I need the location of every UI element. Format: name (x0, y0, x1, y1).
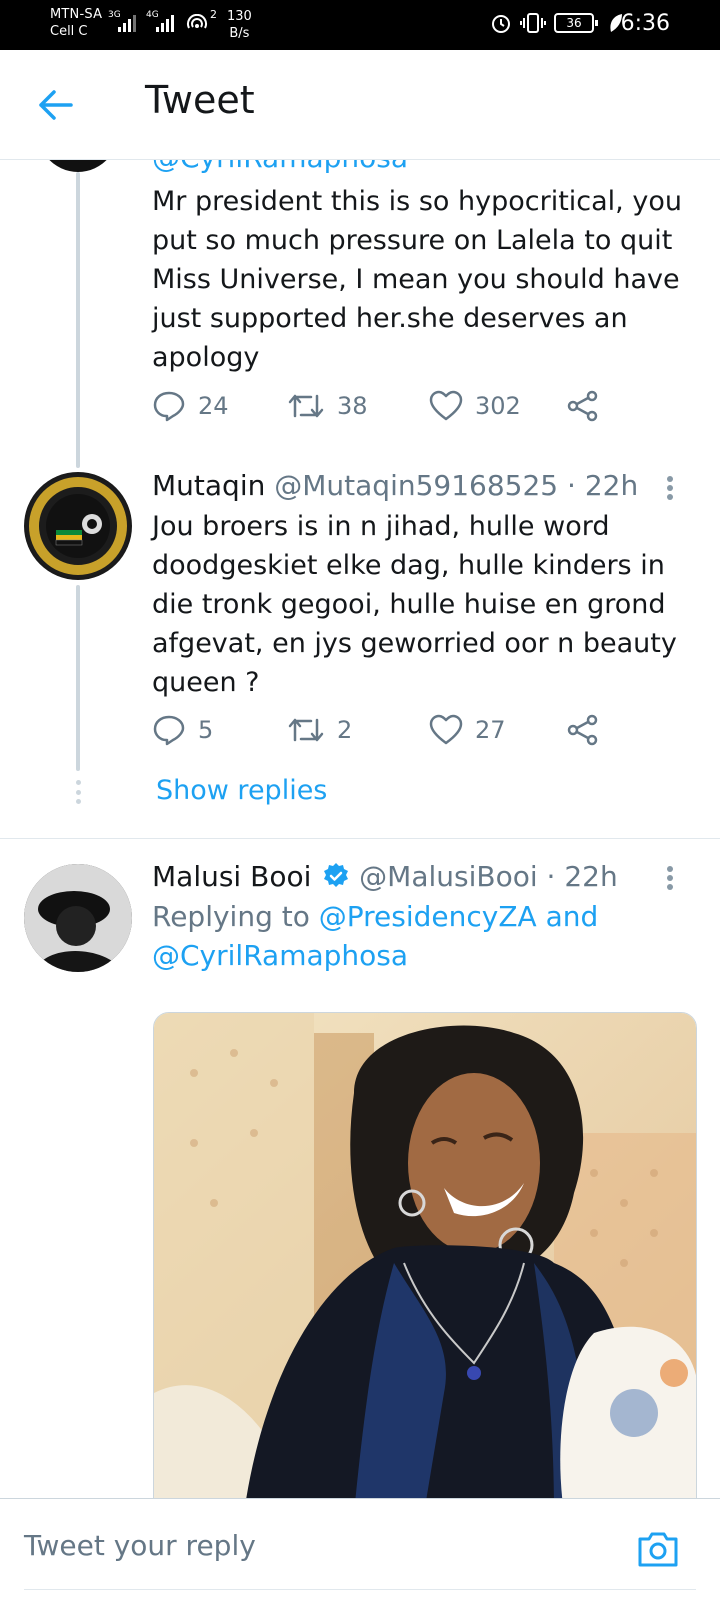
reply-button[interactable]: 24 (152, 390, 229, 422)
photo-woman-laughing-icon (154, 1013, 696, 1498)
divider (0, 838, 720, 839)
display-name[interactable]: Malusi Booi (152, 860, 311, 893)
reply-underline (24, 1589, 696, 1590)
share-icon (567, 714, 598, 746)
user-handle[interactable]: @MalusiBooi (359, 860, 537, 893)
thread-line (76, 172, 80, 468)
more-options-button[interactable] (660, 860, 680, 896)
reply-icon (153, 391, 185, 422)
reply-count: 24 (198, 392, 229, 420)
avatar[interactable] (34, 160, 122, 172)
camera-button[interactable] (636, 1527, 680, 1571)
alarm-icon (492, 15, 510, 33)
reply-button[interactable]: 5 (152, 714, 213, 746)
page-title: Tweet (145, 78, 255, 122)
like-button[interactable]: 27 (429, 714, 506, 746)
status-bar: MTN-SA Cell C 3G 4G 2 130 B/s 36 6:36 (0, 0, 720, 50)
user-handle[interactable]: @Mutaqin59168525 (274, 469, 558, 502)
speed-unit: B/s (229, 26, 250, 41)
retweet-button[interactable]: 38 (287, 390, 368, 422)
replying-to: Replying to @PresidencyZA and (152, 899, 598, 935)
verified-badge-icon (324, 863, 349, 887)
carrier-sub: Cell C (50, 24, 88, 39)
tweet-meta: Malusi Booi @MalusiBooi · 22h (152, 859, 618, 895)
avatar-logo-icon (26, 474, 130, 578)
carrier-name: MTN-SA (50, 7, 103, 22)
heart-icon (429, 714, 463, 745)
back-button[interactable] (30, 80, 80, 130)
more-options-button[interactable] (660, 470, 680, 506)
app-header: Tweet (0, 50, 720, 160)
retweet-button[interactable]: 2 (287, 714, 352, 746)
replying-and[interactable]: and (546, 900, 599, 933)
tweet-actions: 24 38 302 (152, 390, 632, 430)
share-icon (567, 390, 598, 422)
tweet-meta: Mutaqin @Mutaqin59168525 · 22h (152, 468, 638, 504)
camera-icon (638, 1532, 678, 1567)
tweet-text: Jou broers is in n jihad, hulle word doo… (152, 511, 677, 698)
thread-line (76, 585, 80, 771)
vibrate-icon (520, 13, 546, 33)
heart-icon (429, 390, 463, 421)
like-count: 302 (475, 392, 521, 420)
avatar[interactable] (24, 472, 132, 580)
arrow-left-icon (39, 90, 73, 120)
speed-value: 130 (227, 9, 252, 24)
battery-level: 36 (566, 16, 582, 30)
tweet-time: · 22h (567, 469, 639, 502)
partial-reply-handle[interactable]: @CyrilRamaphosa (152, 160, 408, 176)
tweet-thread[interactable]: @CyrilRamaphosa Mr president this is so … (0, 160, 720, 1498)
replying-to-handle-2[interactable]: @CyrilRamaphosa (152, 938, 408, 974)
like-count: 27 (475, 716, 506, 744)
reply-input[interactable]: Tweet your reply (24, 1529, 256, 1562)
battery-icon: 36 (554, 13, 598, 33)
network-speed: 130 B/s (227, 8, 252, 42)
share-button[interactable] (567, 714, 599, 746)
status-icons: 36 (490, 12, 624, 34)
replying-prefix: Replying to (152, 900, 310, 933)
avatar[interactable] (24, 864, 132, 972)
display-name[interactable]: Mutaqin (152, 469, 265, 502)
tweet-actions: 5 2 27 (152, 714, 632, 754)
signal-bars-2-icon (156, 14, 174, 32)
signal-bars-1-icon (118, 14, 136, 32)
carrier-info: MTN-SA Cell C (50, 6, 102, 40)
share-button[interactable] (567, 390, 599, 422)
reply-composer[interactable]: Tweet your reply (0, 1498, 720, 1600)
thread-gap-dots (75, 780, 81, 804)
tweet-image[interactable] (153, 1012, 697, 1498)
show-replies-link[interactable]: Show replies (156, 775, 327, 806)
hotspot-icon (187, 14, 207, 29)
retweet-count: 38 (337, 392, 368, 420)
reply-icon (153, 715, 185, 746)
hotspot-count: 2 (210, 8, 217, 21)
tweet-time: · 22h (546, 860, 618, 893)
retweet-icon (288, 394, 324, 418)
replying-to-handle-1[interactable]: @PresidencyZA (319, 900, 537, 933)
retweet-icon (288, 718, 324, 742)
retweet-count: 2 (337, 716, 353, 744)
clock: 6:36 (620, 11, 670, 36)
tweet-text: Mr president this is so hypocritical, yo… (152, 186, 682, 373)
like-button[interactable]: 302 (429, 390, 521, 422)
reply-count: 5 (198, 716, 214, 744)
avatar-photo-icon (24, 864, 132, 972)
